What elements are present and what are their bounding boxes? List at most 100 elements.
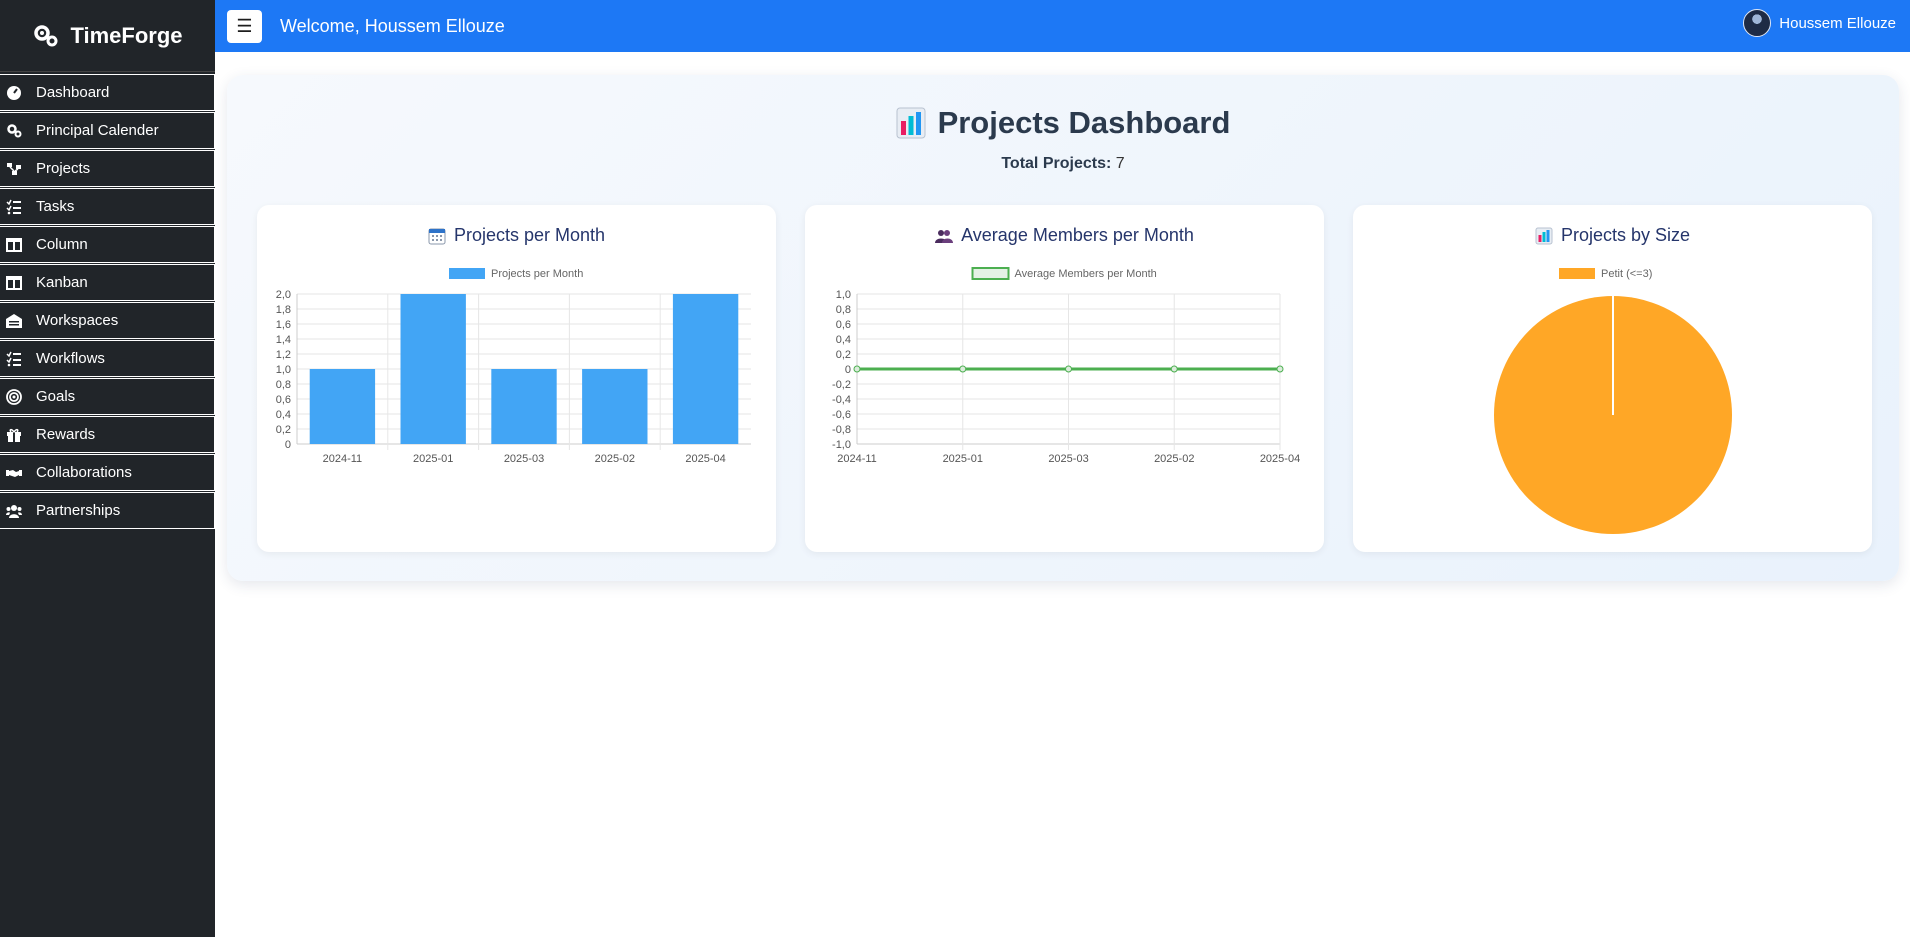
data-point: [1170, 365, 1178, 373]
bar: [309, 369, 376, 444]
legend-swatch: [449, 268, 485, 279]
brand[interactable]: TimeForge: [0, 0, 215, 72]
projects-per-month-card: Projects per Month Projects per Month 0 0,…: [257, 205, 776, 552]
y-tick-label: 2,0: [276, 289, 291, 301]
sidebar-item-tasks[interactable]: Tasks: [0, 188, 215, 225]
sidebar-item-label: Tasks: [36, 198, 75, 215]
data-point: [1276, 365, 1284, 373]
sidebar-item-label: Goals: [36, 388, 76, 405]
y-tick-label: 1,4: [276, 334, 291, 346]
brand-name: TimeForge: [70, 22, 183, 48]
y-tick-label: 1,8: [276, 304, 291, 316]
sidebar-item-workflows[interactable]: Workflows: [0, 340, 215, 377]
sidebar-item-label: Collaborations: [36, 464, 132, 481]
welcome-text: Welcome, Houssem Ellouze: [280, 15, 505, 36]
kanban-icon: [6, 275, 22, 291]
card-title-text: Projects by Size: [1560, 225, 1691, 245]
sidebar-item-label: Principal Calender: [36, 122, 159, 139]
sidebar-item-collaborations[interactable]: Collaborations: [0, 454, 215, 491]
x-tick-label: 2025-04: [1260, 453, 1300, 465]
legend-label: Petit (<=3): [1601, 268, 1652, 280]
data-point: [1065, 365, 1072, 373]
y-tick-label: 1,0: [836, 289, 851, 301]
sidebar-item-kanban[interactable]: Kanban: [0, 264, 215, 301]
x-tick-label: 2025-03: [504, 453, 544, 465]
bar: [400, 294, 466, 444]
sidebar-item-column[interactable]: Column: [0, 226, 215, 263]
bar: [672, 294, 739, 444]
y-tick-label: 1,2: [276, 349, 291, 361]
sidebar: TimeForge Dashboard Principal Calender P…: [0, 0, 215, 937]
sidebar-item-workspaces[interactable]: Workspaces: [0, 302, 215, 339]
y-tick-label: 0: [845, 364, 851, 376]
sidebar-item-label: Column: [36, 236, 88, 253]
sidebar-item-label: Projects: [36, 160, 91, 177]
legend-label: Average Members per Month: [1015, 268, 1157, 280]
warehouse-icon: [6, 313, 22, 329]
x-tick-label: 2024-11: [323, 453, 363, 465]
calendar-icon: [428, 228, 446, 244]
average-members-card: Average Members per Month Average Member…: [805, 205, 1324, 552]
bar: [491, 369, 557, 444]
gift-icon: [6, 427, 22, 443]
y-tick-label: 0,8: [276, 379, 291, 391]
data-point: [853, 365, 861, 373]
y-tick-label: 0,4: [836, 334, 851, 346]
user-menu[interactable]: Houssem Ellouze: [1743, 9, 1896, 37]
tachometer-icon: [6, 85, 22, 101]
sidebar-item-label: Rewards: [36, 426, 96, 443]
y-tick-label: 0,4: [276, 409, 291, 421]
legend-swatch: [971, 267, 1010, 280]
sidebar-item-principal-calender[interactable]: Principal Calender: [0, 112, 215, 149]
tasks-icon: [6, 199, 22, 215]
sidebar-item-goals[interactable]: Goals: [0, 378, 215, 415]
cogs-icon: [34, 24, 58, 46]
users-icon: [935, 229, 954, 243]
y-tick-label: -0,6: [832, 409, 851, 421]
y-tick-label: 1,0: [276, 364, 291, 376]
y-tick-label: 0,6: [836, 319, 851, 331]
y-tick-label: -1,0: [832, 439, 851, 451]
sidebar-item-label: Partnerships: [36, 502, 121, 519]
data-point: [959, 365, 967, 373]
y-tick-label: 0,2: [276, 424, 291, 436]
y-tick-label: -0,2: [832, 379, 851, 391]
card-title-text: Average Members per Month: [961, 225, 1194, 245]
workflow-icon: [6, 351, 22, 367]
x-tick-label: 2025-02: [1154, 453, 1194, 465]
total-projects: Total Projects: 7: [227, 155, 1899, 173]
sidebar-item-label: Dashboard: [36, 84, 110, 101]
y-tick-label: 0,8: [836, 304, 851, 316]
y-tick-label: 0: [285, 439, 291, 451]
cogs-icon: [6, 123, 22, 139]
sidebar-item-partnerships[interactable]: Partnerships: [0, 492, 215, 529]
columns-icon: [6, 237, 22, 253]
projects-by-size-card: Projects by Size Petit (<=3): [1353, 205, 1872, 552]
sidebar-menu: Dashboard Principal Calender Projects Ta…: [0, 74, 215, 529]
x-tick-label: 2025-03: [1048, 453, 1088, 465]
y-tick-label: -0,4: [832, 394, 851, 406]
total-projects-label: Total Projects:: [1001, 155, 1112, 172]
page-title-text: Projects Dashboard: [937, 105, 1231, 140]
x-tick-label: 2025-04: [685, 453, 725, 465]
y-tick-label: 0,2: [836, 349, 851, 361]
card-title: Projects by Size: [1353, 225, 1872, 246]
sidebar-item-dashboard[interactable]: Dashboard: [0, 74, 215, 111]
menu-toggle-button[interactable]: ☰: [227, 9, 262, 43]
total-projects-value: 7: [1115, 155, 1125, 172]
project-diagram-icon: [6, 161, 22, 177]
target-icon: [6, 388, 22, 405]
card-title: Average Members per Month: [805, 225, 1324, 246]
card-title-text: Projects per Month: [453, 225, 606, 245]
card-title: Projects per Month: [257, 225, 776, 246]
sidebar-item-projects[interactable]: Projects: [0, 150, 215, 187]
user-name: Houssem Ellouze: [1779, 14, 1896, 32]
bar-chart-icon: [1535, 227, 1553, 244]
projects-by-size-chart: Petit (<=3): [1494, 268, 1732, 534]
users-icon: [6, 503, 22, 519]
x-tick-label: 2025-01: [413, 453, 453, 465]
sidebar-item-label: Workspaces: [36, 312, 119, 329]
sidebar-item-rewards[interactable]: Rewards: [0, 416, 215, 453]
y-tick-label: -0,8: [832, 424, 851, 436]
avatar[interactable]: [1743, 9, 1772, 37]
